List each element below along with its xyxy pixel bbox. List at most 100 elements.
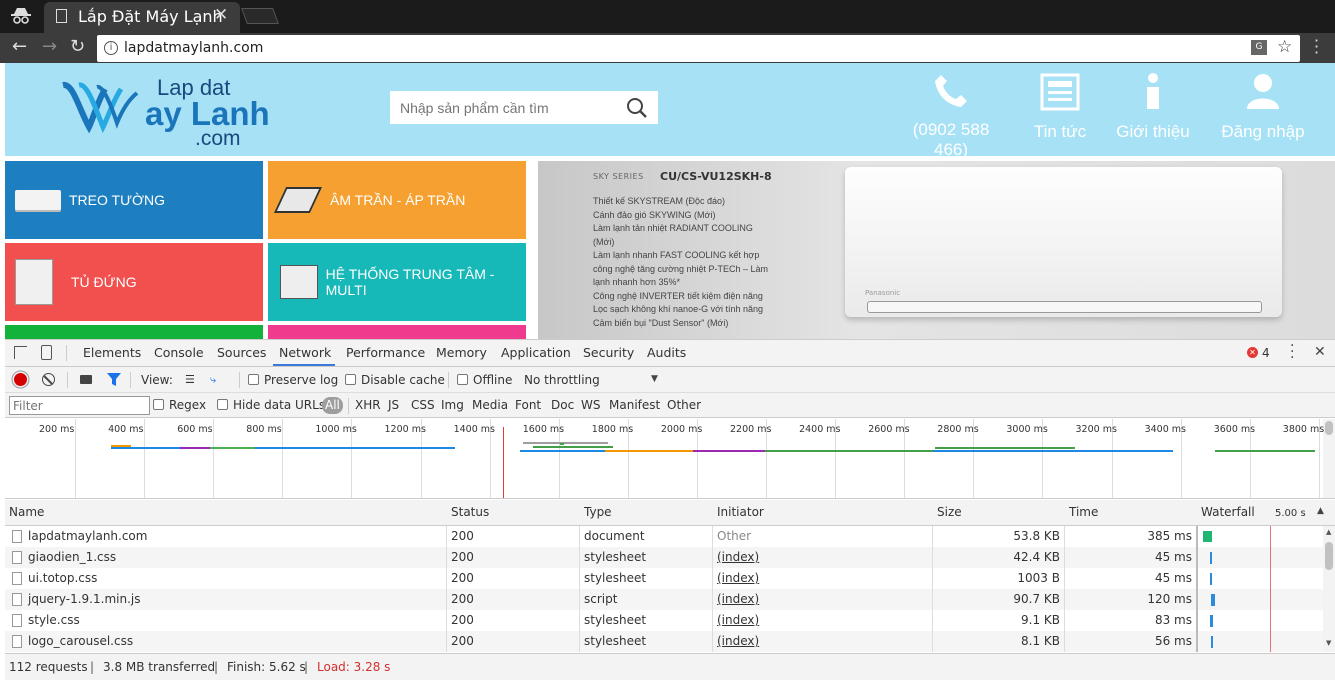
nav-phone[interactable]: (0902 588 466): [895, 73, 1007, 160]
table-scrollbar[interactable]: ▲ ▼: [1323, 526, 1335, 652]
clear-icon[interactable]: [42, 373, 55, 386]
waterfall-bar[interactable]: [1211, 594, 1215, 606]
close-devtools-icon[interactable]: ✕: [1314, 344, 1326, 360]
request-initiator[interactable]: (index): [717, 613, 759, 627]
record-icon[interactable]: [14, 373, 27, 386]
back-icon[interactable]: ←: [12, 36, 27, 57]
filter-type-doc[interactable]: Doc: [551, 398, 574, 412]
tab-performance[interactable]: Performance: [346, 345, 425, 360]
waterfall-bar[interactable]: [1210, 573, 1212, 585]
filter-type-font[interactable]: Font: [515, 398, 541, 412]
column-status[interactable]: Status: [451, 505, 489, 519]
column-time[interactable]: Time: [1069, 505, 1098, 519]
translate-icon[interactable]: G: [1251, 40, 1267, 55]
filter-type-js[interactable]: JS: [388, 398, 399, 412]
hide-data-urls-option[interactable]: Hide data URLs: [217, 398, 325, 412]
tab-memory[interactable]: Memory: [436, 345, 487, 360]
offline-checkbox[interactable]: [457, 374, 468, 385]
forward-icon[interactable]: →: [42, 36, 57, 57]
overview-icon[interactable]: ⤷: [210, 374, 216, 385]
close-tab-icon[interactable]: ✕: [214, 5, 228, 25]
site-search-box[interactable]: [390, 91, 658, 124]
column-waterfall[interactable]: Waterfall: [1201, 505, 1255, 519]
disable-cache-checkbox[interactable]: [345, 374, 356, 385]
regex-option[interactable]: Regex: [153, 398, 206, 412]
bookmark-star-icon[interactable]: ☆: [1277, 37, 1292, 57]
menu-icon[interactable]: · · ·: [1314, 33, 1319, 61]
filter-type-xhr[interactable]: XHR: [355, 398, 381, 412]
table-row[interactable]: style.css 200 stylesheet (index) 9.1 KB 83 ms: [5, 610, 1335, 631]
column-name[interactable]: Name: [9, 505, 44, 519]
table-row[interactable]: ui.totop.css 200 stylesheet (index) 1003 B 45…: [5, 568, 1335, 589]
address-bar[interactable]: i lapdatmaylanh.com G ☆: [97, 35, 1300, 62]
filter-type-css[interactable]: CSS: [411, 398, 435, 412]
category-floor-standing[interactable]: TỦ ĐỨNG: [5, 243, 263, 321]
filter-input[interactable]: [9, 396, 150, 415]
tab-network[interactable]: Network: [279, 345, 331, 360]
tab-sources[interactable]: Sources: [217, 345, 266, 360]
preserve-log-option[interactable]: Preserve log: [248, 373, 338, 387]
device-toolbar-icon[interactable]: [41, 345, 52, 360]
tab-application[interactable]: Application: [501, 345, 571, 360]
tab-audits[interactable]: Audits: [647, 345, 686, 360]
request-name[interactable]: logo_carousel.css: [28, 634, 133, 648]
tab-console[interactable]: Console: [154, 345, 204, 360]
request-name[interactable]: giaodien_1.css: [28, 550, 116, 564]
info-icon[interactable]: i: [104, 41, 118, 55]
request-initiator[interactable]: (index): [717, 550, 759, 564]
column-type[interactable]: Type: [584, 505, 612, 519]
filter-icon[interactable]: [107, 373, 121, 389]
request-name[interactable]: ui.totop.css: [28, 571, 97, 585]
network-overview[interactable]: 200 ms 400 ms 600 ms 800 ms 1000 ms 1200 ms 14…: [5, 419, 1335, 499]
devtools-menu-icon[interactable]: · · ·: [1290, 339, 1294, 365]
throttling-select[interactable]: No throttling ▼: [524, 373, 661, 387]
nav-about[interactable]: Giới thiệu: [1113, 73, 1193, 142]
waterfall-bar[interactable]: [1203, 531, 1212, 542]
regex-checkbox[interactable]: [153, 399, 164, 410]
hide-data-urls-checkbox[interactable]: [217, 399, 228, 410]
overview-scrollbar[interactable]: [1323, 419, 1335, 498]
table-row[interactable]: jquery-1.9.1.min.js 200 script (index) 90.7 …: [5, 589, 1335, 610]
request-initiator[interactable]: (index): [717, 571, 759, 585]
filter-type-ws[interactable]: WS: [581, 398, 600, 412]
request-initiator[interactable]: (index): [717, 634, 759, 648]
request-initiator[interactable]: (index): [717, 592, 759, 606]
category-strip-pink[interactable]: [268, 325, 526, 339]
new-tab-button[interactable]: [241, 8, 279, 24]
capture-screenshots-icon[interactable]: [80, 375, 92, 384]
inspect-element-icon[interactable]: [14, 346, 27, 359]
nav-news[interactable]: Tin tức: [1029, 73, 1091, 142]
request-name[interactable]: jquery-1.9.1.min.js: [28, 592, 140, 606]
product-banner[interactable]: SKY SERIES CU/CS-VU12SKH-8 Thiết kế SKYS…: [538, 161, 1335, 339]
reload-icon[interactable]: ↻: [70, 36, 85, 57]
waterfall-bar[interactable]: [1210, 615, 1213, 627]
table-row[interactable]: logo_carousel.css 200 stylesheet (index) 8.1…: [5, 631, 1335, 652]
filter-type-all[interactable]: All: [322, 397, 343, 414]
disable-cache-option[interactable]: Disable cache: [345, 373, 445, 387]
waterfall-bar[interactable]: [1210, 552, 1212, 564]
filter-type-img[interactable]: Img: [441, 398, 464, 412]
sort-ascending-icon[interactable]: ▲: [1317, 506, 1324, 516]
column-initiator[interactable]: Initiator: [717, 505, 764, 519]
nav-login[interactable]: Đăng nhập: [1217, 73, 1309, 142]
table-row[interactable]: lapdatmaylanh.com 200 document Other 53.8 KB…: [5, 526, 1335, 547]
preserve-log-checkbox[interactable]: [248, 374, 259, 385]
filter-type-other[interactable]: Other: [667, 398, 701, 412]
browser-tab[interactable]: Lắp Đặt Máy Lạnh ✕: [44, 2, 240, 33]
error-icon[interactable]: ✕: [1247, 347, 1258, 358]
site-search-input[interactable]: [390, 91, 618, 124]
filter-type-manifest[interactable]: Manifest: [609, 398, 660, 412]
category-central-multi[interactable]: HỆ THỐNG TRUNG TÂM - MULTI: [268, 243, 526, 321]
tab-elements[interactable]: Elements: [83, 345, 141, 360]
column-size[interactable]: Size: [937, 505, 962, 519]
large-rows-icon[interactable]: ☰: [185, 374, 195, 385]
tab-security[interactable]: Security: [583, 345, 634, 360]
request-name[interactable]: style.css: [28, 613, 80, 627]
filter-type-media[interactable]: Media: [472, 398, 508, 412]
category-ceiling[interactable]: ÂM TRẦN - ÁP TRẦN: [268, 161, 526, 239]
search-icon[interactable]: [626, 97, 648, 122]
offline-option[interactable]: Offline: [457, 373, 512, 387]
waterfall-bar[interactable]: [1211, 636, 1213, 648]
category-wall-mounted[interactable]: TREO TƯỜNG: [5, 161, 263, 239]
site-logo[interactable]: Lap dat ay Lanh .com: [61, 75, 281, 153]
